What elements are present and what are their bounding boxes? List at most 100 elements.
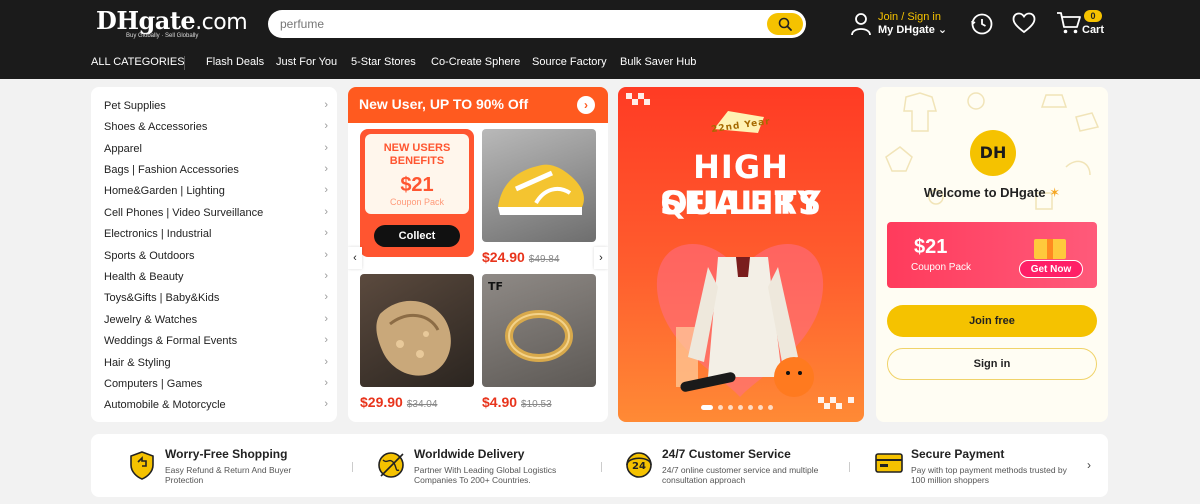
welcome-panel: DH Welcome to DHgate ✶ $21 Coupon Pack G…	[876, 87, 1108, 422]
carousel-dot[interactable]	[748, 405, 753, 410]
search-input[interactable]	[280, 16, 760, 32]
chevron-right-icon: ›	[324, 313, 328, 325]
bling-shoe-image	[376, 300, 451, 376]
arrow-right-icon[interactable]: ›	[577, 96, 595, 114]
dhgate-logo[interactable]: DHgate.com Buy Globally · Sell Globally	[96, 6, 248, 39]
welcome-text: Welcome to DHgate	[923, 185, 1046, 200]
nav-bulk-saver-hub[interactable]: Bulk Saver Hub	[620, 56, 696, 68]
carousel-dot[interactable]	[701, 405, 713, 410]
get-now-button[interactable]: Get Now	[1019, 260, 1083, 278]
logo-brand: DHgate	[96, 6, 196, 35]
search-bar	[268, 10, 806, 38]
carousel-next-arrow[interactable]: ›	[594, 247, 608, 269]
feature-divider	[601, 462, 602, 472]
category-sidebar: Pet Supplies › Shoes & Accessories › Appar…	[91, 87, 337, 422]
nav-co-create-sphere[interactable]: Co-Create Sphere	[431, 56, 520, 68]
svg-text:24: 24	[632, 461, 646, 472]
collect-button[interactable]: Collect	[374, 225, 460, 247]
category-label: Toys&Gifts | Baby&Kids	[104, 292, 220, 304]
product-image-bling-shoe[interactable]	[360, 274, 474, 387]
svg-text:TF: TF	[488, 280, 503, 293]
category-item[interactable]: Pet Supplies ›	[104, 99, 328, 112]
carousel-dot[interactable]	[738, 405, 743, 410]
category-label: Bags | Fashion Accessories	[104, 164, 239, 176]
account-menu[interactable]: Join / Sign in My DHgate ⌄	[850, 11, 947, 37]
category-item[interactable]: Sports & Outdoors ›	[104, 249, 328, 262]
join-free-button[interactable]: Join free	[887, 305, 1097, 337]
category-label: Cell Phones | Video Surveillance	[104, 207, 264, 219]
chevron-right-icon: ›	[324, 398, 328, 410]
category-item[interactable]: Home&Garden | Lighting ›	[104, 184, 328, 197]
chevron-right-icon: ›	[324, 227, 328, 239]
chevron-right-icon: ›	[324, 206, 328, 218]
category-item[interactable]: Jewelry & Watches ›	[104, 313, 328, 326]
coupon-amount: $21	[914, 236, 948, 258]
shield-refund-icon	[130, 451, 154, 480]
new-user-coupon-card[interactable]: NEW USERS BENEFITS $21 Coupon Pack Collec…	[360, 129, 474, 257]
welcome-coupon[interactable]: $21 Coupon Pack Get Now	[887, 222, 1097, 288]
coupon-amount: $21	[400, 174, 434, 196]
product-image-sneaker[interactable]	[482, 129, 596, 242]
category-item[interactable]: Computers | Games ›	[104, 377, 328, 390]
feature-description: 24/7 online customer service and multipl…	[662, 465, 819, 485]
category-label: Shoes & Accessories	[104, 121, 208, 133]
product-image-ring[interactable]: TF	[482, 274, 596, 387]
nav-source-factory[interactable]: Source Factory	[532, 56, 607, 68]
category-item[interactable]: Hair & Styling ›	[104, 356, 328, 369]
category-item[interactable]: Shoes & Accessories ›	[104, 120, 328, 133]
wishlist-heart-icon[interactable]	[1012, 12, 1036, 34]
gold-ring-image: TF	[488, 280, 573, 362]
category-item[interactable]: Toys&Gifts | Baby&Kids ›	[104, 291, 328, 304]
cart-icon[interactable]	[1056, 10, 1082, 36]
carousel-prev-arrow[interactable]: ‹	[348, 247, 362, 269]
chevron-right-icon: ›	[324, 356, 328, 368]
carousel-dot[interactable]	[768, 405, 773, 410]
logo-suffix: .com	[195, 10, 248, 35]
coupon-ticket: NEW USERS BENEFITS $21 Coupon Pack	[365, 134, 469, 214]
nav-all-categories[interactable]: ALL CATEGORIES	[91, 56, 185, 68]
welcome-heading: Welcome to DHgate ✶	[876, 185, 1108, 201]
current-price: $4.90	[482, 394, 518, 410]
current-price: $29.90	[360, 394, 403, 410]
category-item[interactable]: Weddings & Formal Events ›	[104, 334, 328, 347]
category-item[interactable]: Apparel ›	[104, 142, 328, 155]
promo-header[interactable]: New User, UP TO 90% Off ›	[348, 87, 608, 123]
join-signin-link[interactable]: Join / Sign in	[878, 11, 947, 24]
feature-description: Partner With Leading Global Logistics Co…	[414, 465, 557, 485]
nav-flash-deals[interactable]: Flash Deals	[206, 56, 264, 68]
product-price: $4.90 $10.53	[482, 394, 552, 410]
original-price: $49.84	[528, 254, 560, 265]
carousel-dot[interactable]	[728, 405, 733, 410]
coupon-heading-1: NEW USERS	[383, 142, 451, 154]
cart-label[interactable]: Cart	[1082, 24, 1104, 36]
category-item[interactable]: Cell Phones | Video Surveillance ›	[104, 206, 328, 219]
category-item[interactable]: Electronics | Industrial ›	[104, 227, 328, 240]
carousel-dot[interactable]	[718, 405, 723, 410]
nav-5-star-stores[interactable]: 5-Star Stores	[351, 56, 416, 68]
coupon-pack-label: Coupon Pack	[911, 262, 972, 273]
sign-in-button[interactable]: Sign in	[887, 348, 1097, 380]
nav-just-for-you[interactable]: Just For You	[276, 56, 337, 68]
search-button[interactable]	[767, 13, 803, 35]
user-icon	[851, 13, 871, 36]
carousel-dot[interactable]	[758, 405, 763, 410]
feature-divider	[849, 462, 850, 472]
my-dhgate-label[interactable]: My DHgate ⌄	[878, 24, 947, 37]
chevron-down-icon: ⌄	[937, 24, 948, 36]
search-icon	[778, 17, 792, 31]
feature-title: Worldwide Delivery	[414, 447, 525, 461]
category-item[interactable]: Health & Beauty ›	[104, 270, 328, 283]
original-price: $10.53	[521, 399, 552, 410]
category-item[interactable]: Automobile & Motorcycle ›	[104, 398, 328, 411]
category-label: Computers | Games	[104, 378, 203, 390]
promo-title: New User, UP TO 90% Off	[359, 96, 529, 112]
carousel-dots	[701, 405, 773, 410]
chevron-right-icon: ›	[324, 270, 328, 282]
secure-card-icon	[875, 453, 903, 473]
chevron-right-icon: ›	[324, 184, 328, 196]
chevron-right-icon[interactable]: ›	[1087, 458, 1091, 472]
feature-description: Pay with top payment methods trusted by …	[911, 465, 1067, 485]
category-item[interactable]: Bags | Fashion Accessories ›	[104, 163, 328, 176]
hero-banner[interactable]: 22nd Year HIGH QUALITY SELLERS	[618, 87, 864, 422]
history-icon[interactable]	[970, 12, 994, 36]
